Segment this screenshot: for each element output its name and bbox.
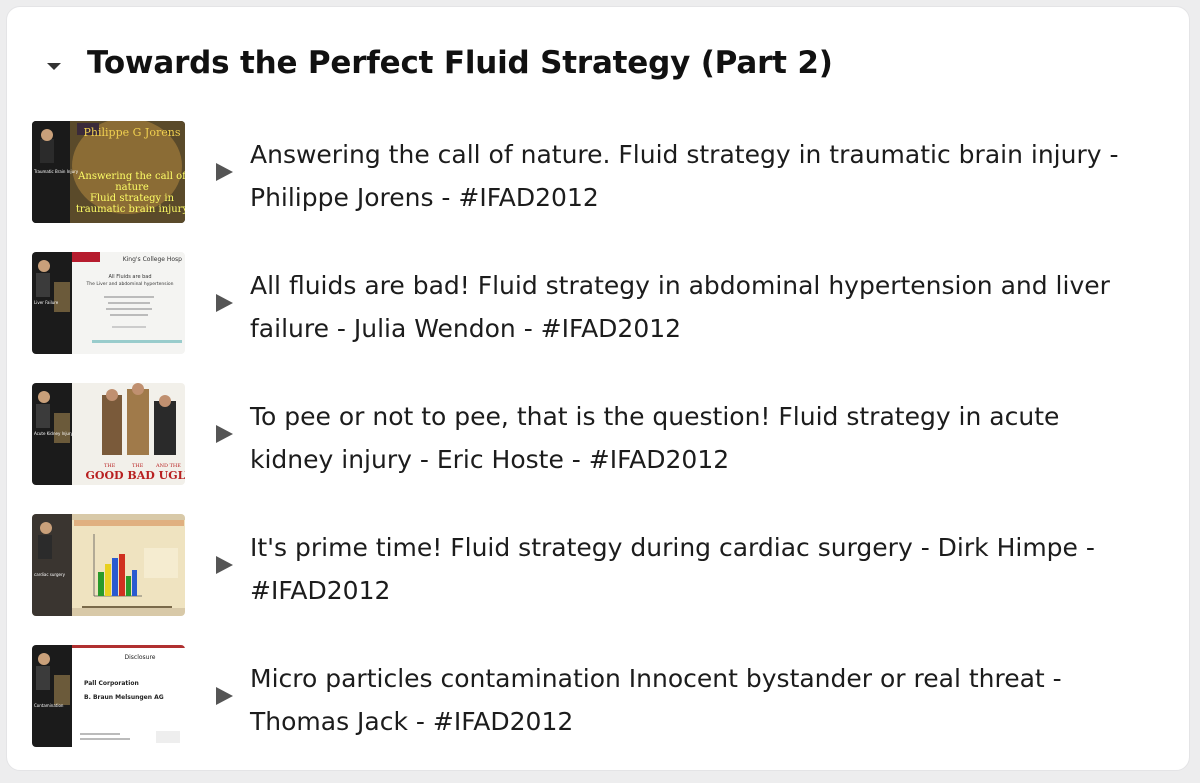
- thumb-side-text: Liver Failure: [34, 300, 59, 305]
- thumb-side-text: Contamination: [34, 703, 64, 708]
- thumb-speaker-text: Philippe G Jorens: [84, 126, 181, 139]
- thumb-text: The Liver and abdominal hypertension: [86, 281, 174, 287]
- video-item[interactable]: cardiac surgery It's prime time! Fluid s…: [32, 514, 1172, 618]
- play-icon[interactable]: [216, 163, 233, 181]
- thumb-side-text: Traumatic Brain Injury: [33, 169, 79, 174]
- play-icon[interactable]: [216, 687, 233, 705]
- video-item[interactable]: THE THE AND THE GOOD BAD UGLY Acute Kidn…: [32, 383, 1172, 487]
- video-item[interactable]: Disclosure Pall Corporation B. Braun Mel…: [32, 645, 1172, 749]
- video-thumbnail[interactable]: THE THE AND THE GOOD BAD UGLY Acute Kidn…: [32, 383, 185, 485]
- section-header[interactable]: Towards the Perfect Fluid Strategy (Part…: [7, 43, 1189, 93]
- thumb-text: Answering the call of: [77, 171, 185, 182]
- video-thumbnail[interactable]: Philippe G Jorens Answering the call of …: [32, 121, 185, 223]
- thumb-header-text: King's College Hosp: [123, 256, 182, 263]
- thumb-text: nature: [115, 182, 149, 193]
- video-thumbnail[interactable]: cardiac surgery: [32, 514, 185, 616]
- caret-down-icon[interactable]: [47, 63, 61, 70]
- thumb-header-text: Disclosure: [124, 654, 155, 661]
- video-title[interactable]: Micro particles contamination Innocent b…: [250, 657, 1150, 743]
- thumb-side-text: Acute Kidney Injury: [34, 431, 74, 436]
- thumb-text: traumatic brain injury: [76, 204, 185, 215]
- thumb-side-text: cardiac surgery: [34, 572, 66, 577]
- thumb-text: GOOD BAD UGLY: [86, 469, 186, 482]
- playlist-section: Towards the Perfect Fluid Strategy (Part…: [6, 6, 1190, 771]
- video-title[interactable]: Answering the call of nature. Fluid stra…: [250, 133, 1150, 219]
- play-icon[interactable]: [216, 425, 233, 443]
- thumb-text: Fluid strategy in: [90, 193, 175, 204]
- video-thumbnail[interactable]: Disclosure Pall Corporation B. Braun Mel…: [32, 645, 185, 747]
- video-thumbnail[interactable]: King's College Hosp All Fluids are bad T…: [32, 252, 185, 354]
- section-title: Towards the Perfect Fluid Strategy (Part…: [87, 45, 833, 81]
- video-item[interactable]: King's College Hosp All Fluids are bad T…: [32, 252, 1172, 356]
- video-title[interactable]: It's prime time! Fluid strategy during c…: [250, 526, 1150, 612]
- video-title[interactable]: All fluids are bad! Fluid strategy in ab…: [250, 264, 1150, 350]
- thumb-text: Pall Corporation: [84, 680, 139, 687]
- play-icon[interactable]: [216, 556, 233, 574]
- video-item[interactable]: Philippe G Jorens Answering the call of …: [32, 121, 1172, 225]
- play-icon[interactable]: [216, 294, 233, 312]
- video-title[interactable]: To pee or not to pee, that is the questi…: [250, 395, 1150, 481]
- thumb-text: B. Braun Melsungen AG: [84, 694, 164, 701]
- thumb-text: All Fluids are bad: [108, 274, 151, 280]
